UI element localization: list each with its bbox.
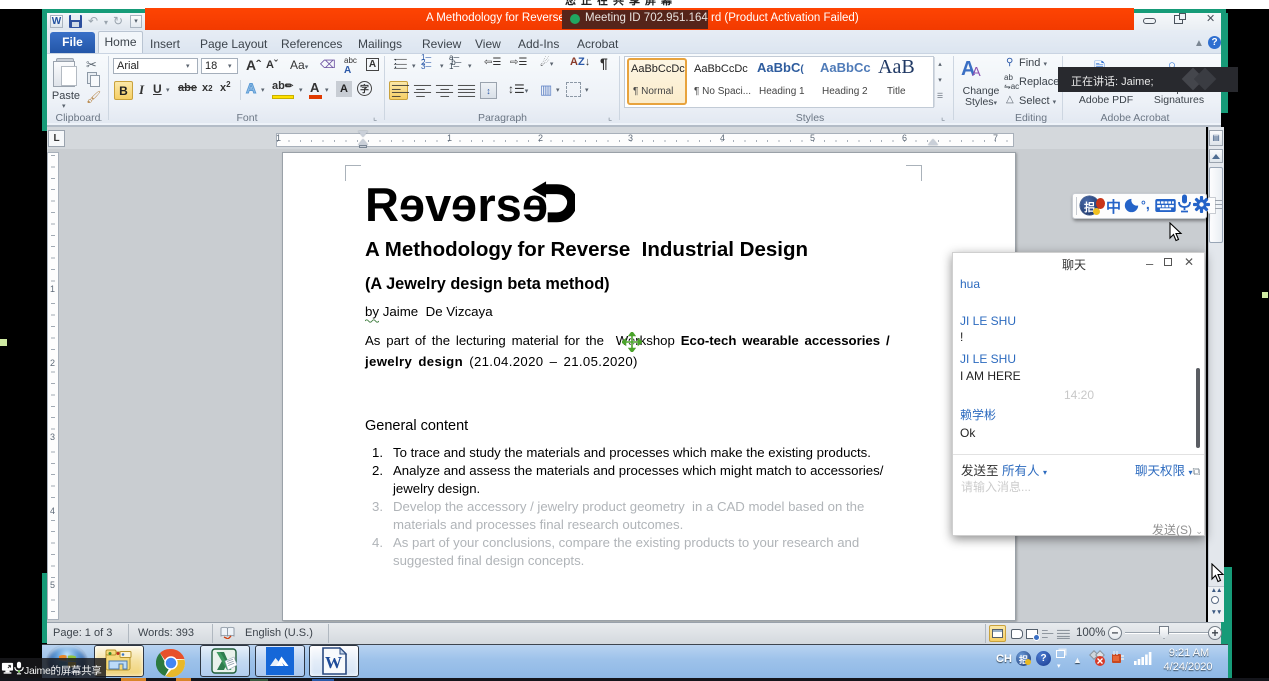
svg-text:W: W [325, 653, 342, 672]
